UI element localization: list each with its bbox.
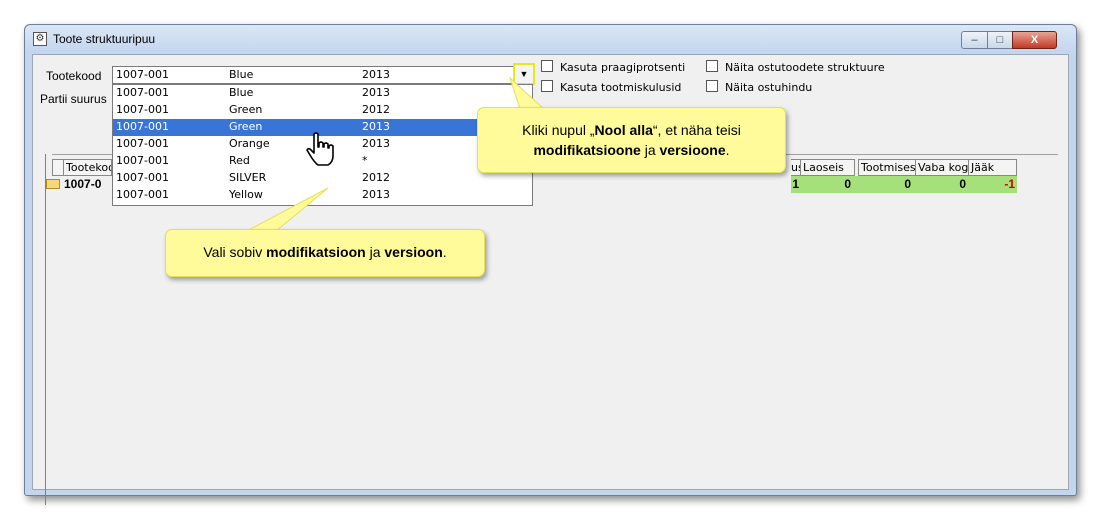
tip-bold: versioone — [659, 142, 726, 158]
tip-text: ja — [365, 244, 385, 260]
arrow-tip-callout: Kliki nupul „Nool alla“, et näha teisi m… — [477, 107, 786, 173]
tip-text: . — [725, 142, 730, 158]
tip-text: ja — [640, 142, 660, 158]
tip-text: “, et näha teisi — [652, 122, 741, 138]
tip-text: Vali sobiv — [203, 244, 267, 260]
tip-bold: Nool alla — [594, 122, 653, 138]
tip-text: . — [442, 244, 447, 260]
tip-bold: modifikatsioone — [533, 142, 641, 158]
tip-bold: versioon — [384, 244, 443, 260]
tip-bold: modifikatsioon — [266, 244, 366, 260]
select-callout-pointer — [244, 187, 329, 233]
select-tip-callout: Vali sobiv modifikatsioon ja versioon. — [165, 229, 485, 277]
tip-text: Kliki nupul „ — [522, 122, 595, 138]
